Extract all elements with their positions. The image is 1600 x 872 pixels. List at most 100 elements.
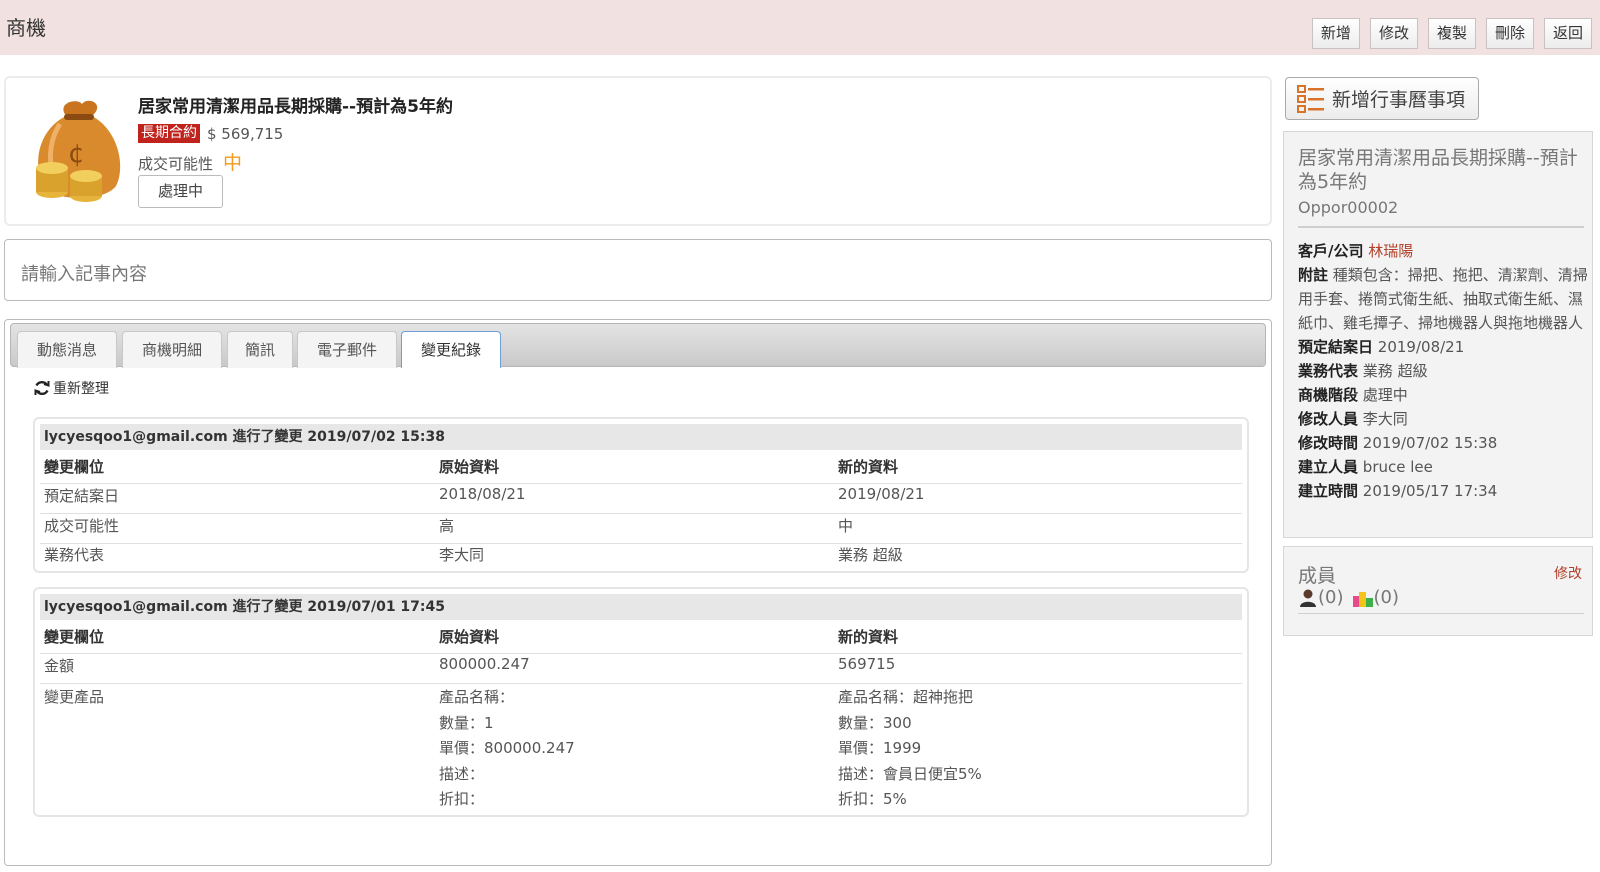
table-row: 預定結案日 2018/08/21 2019/08/21: [40, 485, 1242, 514]
probability-value: 中: [223, 152, 243, 174]
change-column-headers: 變更欄位 原始資料 新的資料: [40, 626, 1242, 654]
old-product: 產品名稱： 數量：1 單價：800000.247 描述： 折扣：: [439, 685, 575, 813]
old-discount: 折扣：: [439, 790, 485, 808]
note-value: 種類包含：掃把、拖把、清潔劑、清掃用手套、捲筒式衛生紙、抽取式衛生紙、濕紙巾、雞…: [1298, 266, 1588, 332]
members-edit-link[interactable]: 修改: [1554, 563, 1582, 583]
col-field: 變更欄位: [44, 458, 105, 476]
opportunity-id: Oppor00002: [1298, 198, 1399, 217]
created-by-row: 建立人員 bruce lee: [1298, 455, 1588, 479]
user-count: (0): [1318, 587, 1344, 608]
customer-link[interactable]: 林瑞陽: [1368, 242, 1413, 260]
old-value: 李大同: [439, 546, 485, 564]
field-label: 修改時間: [1298, 434, 1359, 452]
new-value: 中: [838, 517, 854, 535]
amount: $ 569,715: [207, 124, 284, 143]
tab-bar: 動態消息 商機明細 簡訊 電子郵件 變更紀錄: [10, 323, 1266, 368]
table-row: 成交可能性 高 中: [40, 515, 1242, 544]
toolbar: 新增 修改 複製 刪除 返回: [1302, 18, 1592, 49]
field-value: 業務 超級: [1362, 362, 1428, 380]
refresh-icon: [34, 380, 50, 396]
back-button[interactable]: 返回: [1543, 18, 1592, 49]
note-row: 附註 種類包含：掃把、拖把、清潔劑、清掃用手套、捲筒式衛生紙、抽取式衛生紙、濕紙…: [1298, 263, 1588, 335]
field-label: 預定結案日: [1298, 338, 1374, 356]
customer-row: 客戶/公司 林瑞陽: [1298, 239, 1588, 263]
probability-row: 成交可能性 中: [138, 148, 242, 175]
edit-button[interactable]: 修改: [1369, 18, 1418, 49]
col-field: 變更欄位: [44, 628, 105, 646]
table-row: 變更產品 產品名稱： 數量：1 單價：800000.247 描述： 折扣： 產品…: [40, 685, 1242, 813]
new-value: 569715: [838, 655, 896, 673]
page-title: 商機: [6, 16, 46, 40]
members-title: 成員: [1298, 565, 1337, 587]
old-unit-price: 單價：800000.247: [439, 739, 575, 757]
new-description: 描述：會員日便宜5%: [838, 764, 982, 783]
field-value: bruce lee: [1362, 458, 1433, 476]
list-icon: [1297, 84, 1324, 113]
tab-change-log[interactable]: 變更紀錄: [401, 331, 501, 368]
field-value: 2019/08/21: [1377, 338, 1465, 356]
copy-button[interactable]: 複製: [1427, 18, 1476, 49]
note-label: 附註: [1298, 266, 1329, 284]
change-header: lycyesqoo1@gmail.com 進行了變更 2019/07/01 17…: [40, 594, 1242, 620]
group-icon: [1352, 591, 1373, 607]
members-row: (0) (0): [1298, 587, 1399, 608]
old-value: 2018/08/21: [439, 485, 526, 503]
note-input[interactable]: 請輸入記事內容: [4, 239, 1272, 301]
col-old: 原始資料: [439, 628, 500, 646]
change-column-headers: 變更欄位 原始資料 新的資料: [40, 456, 1242, 484]
delete-button[interactable]: 刪除: [1485, 18, 1534, 49]
tab-sms[interactable]: 簡訊: [227, 331, 293, 368]
user-icon: [1300, 589, 1316, 607]
tab-details[interactable]: 商機明細: [122, 331, 222, 368]
status-button[interactable]: 處理中: [138, 175, 223, 208]
note-placeholder: 請輸入記事內容: [21, 264, 147, 285]
add-button[interactable]: 新增: [1311, 18, 1360, 49]
info-fields: 客戶/公司 林瑞陽 附註 種類包含：掃把、拖把、清潔劑、清掃用手套、捲筒式衛生紙…: [1298, 239, 1588, 503]
old-description: 描述：: [439, 764, 485, 783]
group-count: (0): [1373, 587, 1400, 608]
field-label: 商機階段: [1298, 386, 1359, 404]
new-product-name: 產品名稱：超神拖把: [838, 688, 974, 706]
divider: [1298, 226, 1584, 228]
svg-text:¢: ¢: [68, 139, 85, 169]
divider: [1298, 613, 1584, 614]
new-value: 2019/08/21: [838, 485, 925, 503]
field-value: 2019/05/17 17:34: [1362, 482, 1498, 500]
new-unit-price: 單價：1999: [838, 739, 922, 757]
add-calendar-button[interactable]: 新增行事曆事項: [1285, 77, 1479, 120]
refresh-label: 重新整理: [53, 381, 109, 397]
top-bar: 商機 新增 修改 複製 刪除 返回: [0, 0, 1600, 55]
field-label: 建立時間: [1298, 482, 1359, 500]
modified-by-row: 修改人員 李大同: [1298, 407, 1588, 431]
table-row: 金額 800000.247 569715: [40, 655, 1242, 684]
field-name: 變更產品: [44, 688, 105, 706]
new-quantity: 數量：300: [838, 713, 912, 732]
money-bag-icon: ¢: [36, 100, 121, 202]
field-label: 業務代表: [1298, 362, 1359, 380]
col-new: 新的資料: [838, 458, 899, 476]
field-value: 李大同: [1362, 410, 1408, 428]
tab-email[interactable]: 電子郵件: [297, 331, 397, 368]
field-value: 2019/07/02 15:38: [1362, 434, 1498, 452]
contract-row: 長期合約 $ 569,715: [138, 124, 283, 143]
field-label: 修改人員: [1298, 410, 1359, 428]
members-panel: 成員 修改 (0) (0): [1283, 546, 1593, 636]
stage-row: 商機階段 處理中: [1298, 383, 1588, 407]
tabs-panel: 動態消息 商機明細 簡訊 電子郵件 變更紀錄 重新整理 lycyesqoo1@g…: [4, 319, 1272, 866]
refresh-button[interactable]: 重新整理: [33, 378, 109, 398]
info-title: 居家常用清潔用品長期採購--預計為5年約: [1298, 147, 1578, 193]
tab-news[interactable]: 動態消息: [17, 331, 117, 368]
change-record: lycyesqoo1@gmail.com 進行了變更 2019/07/01 17…: [33, 587, 1249, 817]
add-calendar-label: 新增行事曆事項: [1332, 89, 1466, 111]
old-quantity: 數量：1: [439, 713, 494, 732]
customer-label: 客戶/公司: [1298, 242, 1364, 260]
field-name: 成交可能性: [44, 517, 120, 535]
change-record: lycyesqoo1@gmail.com 進行了變更 2019/07/02 15…: [33, 417, 1249, 573]
field-label: 建立人員: [1298, 458, 1359, 476]
old-value: 800000.247: [439, 655, 530, 673]
table-row: 業務代表 李大同 業務 超級: [40, 544, 1242, 570]
col-new: 新的資料: [838, 628, 899, 646]
probability-label: 成交可能性: [138, 155, 214, 173]
field-name: 預定結案日: [44, 487, 120, 505]
opportunity-title: 居家常用清潔用品長期採購--預計為5年約: [138, 97, 453, 117]
